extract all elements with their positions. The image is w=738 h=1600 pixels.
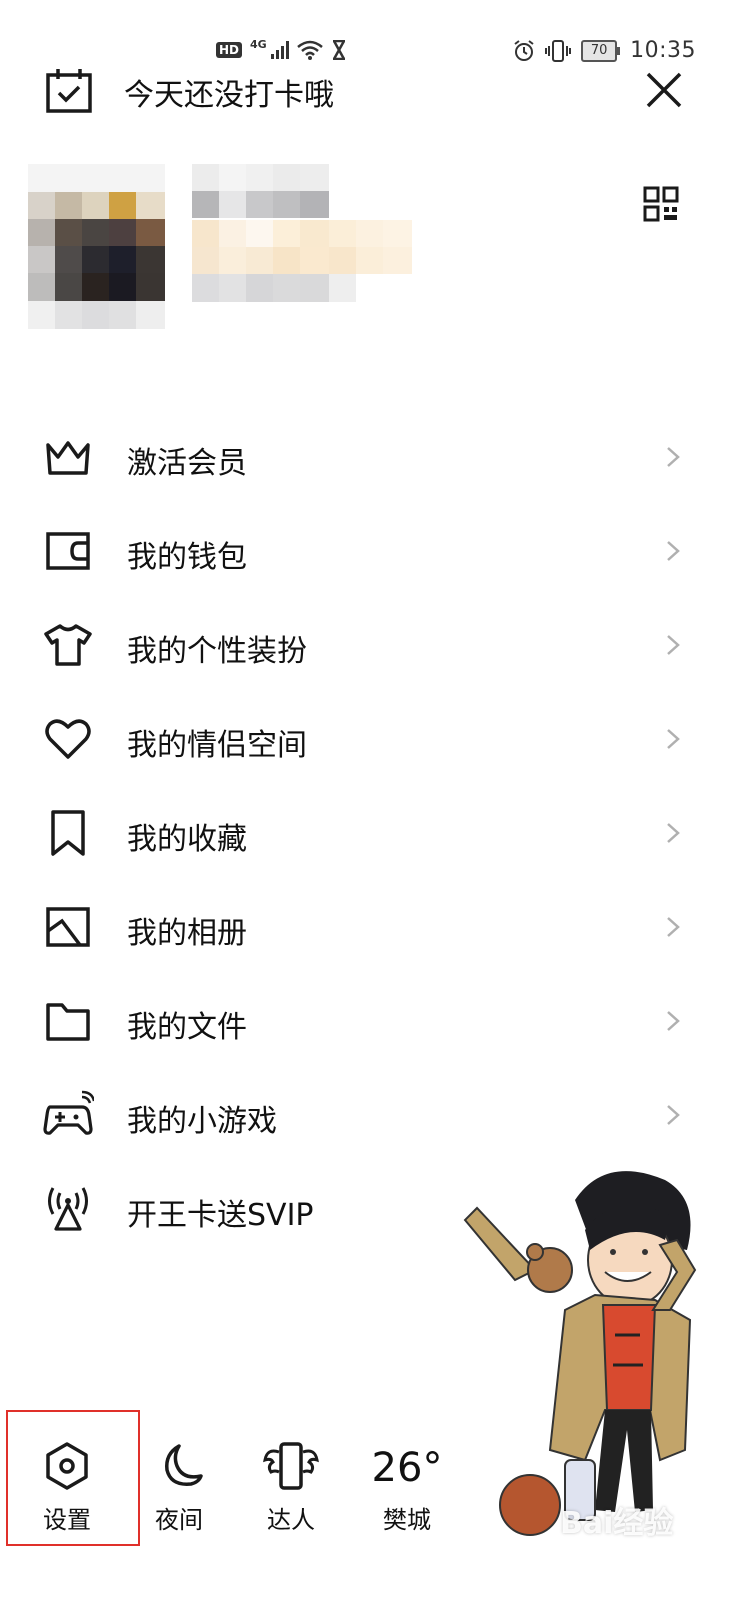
weather-widget[interactable]: 26° 樊城 — [352, 1436, 462, 1535]
night-mode-button[interactable]: 夜间 — [124, 1440, 234, 1535]
menu-item-mini-games[interactable]: 我的小游戏 — [0, 1068, 738, 1162]
menu-item-activate-vip[interactable]: 激活会员 — [0, 410, 738, 504]
cellular-signal-icon — [270, 41, 289, 59]
bookmark-icon — [51, 810, 85, 856]
menu-item-label: 开王卡送SVIP — [127, 1198, 314, 1233]
gamepad-icon — [43, 1090, 94, 1135]
crown-icon — [46, 441, 90, 475]
chevron-right-icon — [667, 541, 680, 561]
menu-item-label: 我的文件 — [127, 1010, 247, 1045]
menu-item-album[interactable]: 我的相册 — [0, 880, 738, 974]
menu-item-label: 我的小游戏 — [127, 1104, 277, 1139]
status-bar: HD 4G 70 10:35 — [0, 36, 738, 72]
settings-button[interactable]: 设置 — [12, 1440, 122, 1535]
menu-item-label: 我的收藏 — [127, 822, 247, 857]
avatar[interactable] — [28, 164, 165, 329]
calendar-check-icon[interactable] — [44, 66, 94, 116]
checkin-prompt[interactable]: 今天还没打卡哦 — [124, 70, 334, 114]
chevron-right-icon — [667, 1011, 680, 1031]
expert-button[interactable]: 达人 — [236, 1440, 346, 1535]
network-type-label: 4G — [250, 37, 267, 51]
battery-level: 70 — [581, 39, 618, 62]
chevron-right-icon — [667, 823, 680, 843]
settings-label: 设置 — [43, 1506, 91, 1534]
qrcode-icon[interactable] — [643, 186, 679, 222]
expert-label: 达人 — [267, 1506, 315, 1534]
menu-item-files[interactable]: 我的文件 — [0, 974, 738, 1068]
baidu-jingyan-watermark: Bai经验 — [560, 1506, 674, 1541]
menu-item-wallet[interactable]: 我的钱包 — [0, 504, 738, 598]
chevron-right-icon — [667, 447, 680, 467]
vibrate-icon — [545, 39, 572, 62]
hourglass-icon — [332, 40, 345, 60]
wallet-icon — [46, 532, 90, 570]
menu-item-couple-space[interactable]: 我的情侣空间 — [0, 692, 738, 786]
photo-album-icon — [46, 907, 90, 947]
hd-badge: HD — [216, 42, 243, 58]
menu-item-label: 我的个性装扮 — [127, 634, 307, 669]
signal-tower-icon — [48, 1187, 88, 1231]
settings-hexagon-icon — [46, 1442, 88, 1490]
chevron-right-icon — [667, 729, 680, 749]
menu-item-favorites[interactable]: 我的收藏 — [0, 786, 738, 880]
heart-icon — [45, 719, 91, 759]
alarm-icon — [514, 39, 534, 61]
weather-city: 樊城 — [383, 1506, 431, 1534]
chevron-right-icon — [667, 1105, 680, 1125]
folder-icon — [46, 1003, 90, 1041]
weather-temperature: 26° — [371, 1445, 443, 1491]
menu-item-label: 我的情侣空间 — [127, 728, 307, 763]
moon-icon — [165, 1444, 203, 1486]
tshirt-icon — [44, 624, 92, 666]
chevron-right-icon — [667, 635, 680, 655]
battery-icon: 70 — [581, 39, 621, 62]
night-mode-label: 夜间 — [155, 1506, 203, 1534]
phone-wings-icon — [263, 1442, 319, 1490]
profile-name-blurred[interactable] — [192, 164, 412, 302]
menu-item-label: 我的钱包 — [127, 540, 247, 575]
menu-item-personal-dressup[interactable]: 我的个性装扮 — [0, 598, 738, 692]
menu-item-label: 激活会员 — [127, 446, 247, 481]
clock: 10:35 — [630, 38, 696, 63]
menu-item-label: 我的相册 — [127, 916, 247, 951]
close-icon[interactable] — [642, 68, 686, 112]
wifi-icon — [296, 40, 323, 60]
chevron-right-icon — [667, 917, 680, 937]
